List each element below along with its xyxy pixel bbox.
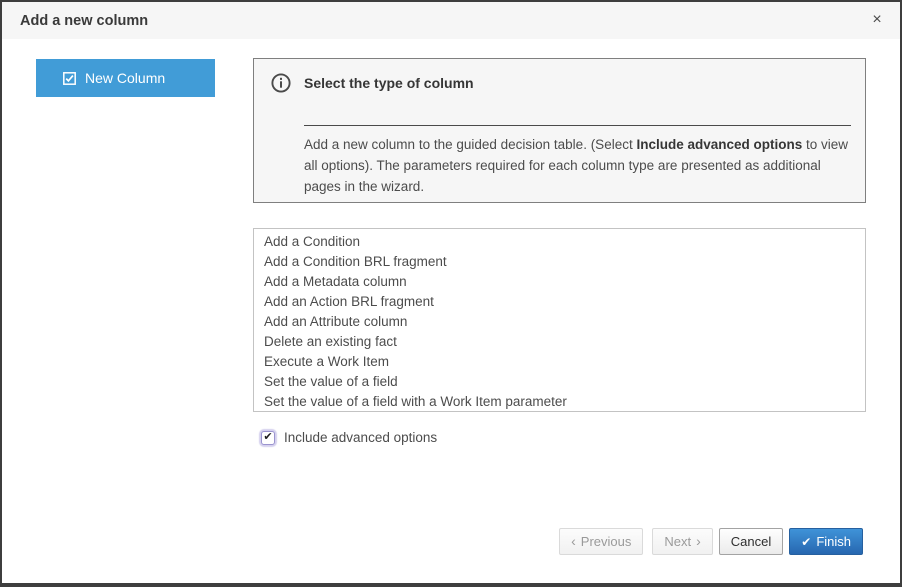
panel-description: Add a new column to the guided decision … [304, 134, 855, 197]
description-text: Add a new column to the guided decision … [304, 137, 636, 152]
step-label: New Column [85, 70, 165, 86]
sidebar-step-new-column[interactable]: New Column [36, 59, 215, 97]
checked-checkbox-icon [63, 72, 76, 85]
advanced-options-checkbox[interactable]: ✔ [261, 431, 275, 445]
advanced-options-label: Include advanced options [284, 430, 437, 445]
advanced-options-row: ✔ Include advanced options [261, 430, 437, 445]
list-item[interactable]: Delete an existing fact [254, 332, 865, 352]
list-item[interactable]: Set the value of a field with a Work Ite… [254, 392, 865, 412]
add-column-dialog: Add a new column × New Column Select the… [0, 0, 902, 587]
info-panel: Select the type of column Add a new colu… [253, 58, 866, 203]
list-item[interactable]: Add an Attribute column [254, 312, 865, 332]
info-icon [271, 73, 291, 98]
heading-divider [304, 125, 851, 126]
close-icon[interactable]: × [868, 9, 886, 31]
check-icon: ✔ [801, 535, 811, 549]
description-bold-text: Include advanced options [636, 137, 802, 152]
finish-button[interactable]: ✔ Finish [789, 528, 863, 555]
previous-button-label: Previous [581, 534, 632, 549]
dialog-title: Add a new column [20, 13, 148, 29]
wizard-footer: ‹ Previous Next › Cancel ✔ Finish [559, 528, 863, 555]
column-type-listbox[interactable]: Add a Condition Add a Condition BRL frag… [253, 228, 866, 412]
chevron-right-icon: › [696, 535, 701, 548]
next-button[interactable]: Next › [652, 528, 712, 555]
chevron-left-icon: ‹ [571, 535, 576, 548]
panel-heading: Select the type of column [304, 75, 474, 91]
list-item[interactable]: Add an Action BRL fragment [254, 292, 865, 312]
cancel-button[interactable]: Cancel [719, 528, 783, 555]
list-item[interactable]: Add a Condition BRL fragment [254, 252, 865, 272]
cancel-button-label: Cancel [731, 534, 771, 549]
previous-button[interactable]: ‹ Previous [559, 528, 643, 555]
next-button-label: Next [664, 534, 691, 549]
list-item[interactable]: Add a Condition [254, 232, 865, 252]
dialog-titlebar: Add a new column × [2, 2, 900, 39]
list-item[interactable]: Set the value of a field [254, 372, 865, 392]
list-item[interactable]: Execute a Work Item [254, 352, 865, 372]
finish-button-label: Finish [816, 534, 851, 549]
list-item[interactable]: Add a Metadata column [254, 272, 865, 292]
